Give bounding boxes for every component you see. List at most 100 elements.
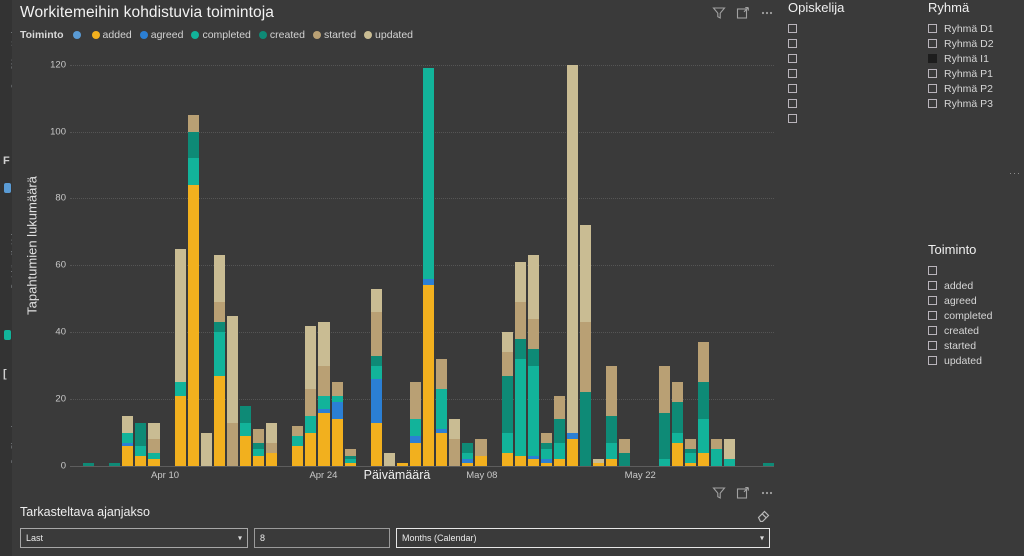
bar-segment-completed[interactable]: [553, 442, 565, 460]
bar-segment-started[interactable]: [449, 439, 461, 466]
eraser-icon[interactable]: [756, 506, 772, 523]
bar-column[interactable]: [658, 365, 670, 466]
bar-column[interactable]: [109, 462, 121, 466]
bar-segment-updated[interactable]: [580, 225, 592, 323]
bar-column[interactable]: [684, 439, 696, 466]
bar-segment-completed[interactable]: [527, 365, 539, 456]
bar-segment-updated[interactable]: [514, 262, 526, 303]
slicer-item-opiskelija-5[interactable]: [788, 96, 926, 111]
bar-segment-created[interactable]: [109, 462, 121, 466]
bar-segment-added[interactable]: [501, 452, 513, 466]
bar-segment-created[interactable]: [606, 415, 618, 443]
slicer-item-opiskelija-0[interactable]: [788, 21, 926, 36]
legend-item-created[interactable]: created: [258, 29, 305, 41]
bar-column[interactable]: [396, 462, 409, 466]
bar-segment-started[interactable]: [501, 352, 513, 376]
bar-segment-added[interactable]: [514, 455, 526, 466]
bar-segment-created[interactable]: [514, 338, 526, 359]
bar-segment-added[interactable]: [370, 422, 382, 466]
focus-mode-icon[interactable]: [736, 6, 750, 20]
bar-segment-created[interactable]: [658, 412, 670, 460]
checkbox-icon[interactable]: [788, 39, 797, 48]
checkbox-icon[interactable]: [788, 24, 797, 33]
bar-segment-added[interactable]: [318, 412, 330, 466]
bar-segment-updated[interactable]: [383, 452, 395, 466]
bar-segment-started[interactable]: [475, 439, 487, 456]
slicer-item-toiminto-0[interactable]: [928, 263, 1024, 278]
bar-segment-started[interactable]: [266, 442, 278, 453]
bar-series-container[interactable]: [70, 48, 775, 466]
bar-segment-created[interactable]: [253, 442, 265, 450]
bar-segment-completed[interactable]: [540, 449, 552, 460]
bar-segment-added[interactable]: [606, 459, 618, 466]
bar-segment-started[interactable]: [619, 439, 631, 453]
bar-segment-created[interactable]: [135, 422, 147, 446]
slicer-item-opiskelija-6[interactable]: [788, 111, 926, 126]
bar-segment-completed[interactable]: [148, 452, 160, 460]
slicer-item-ryhma-4[interactable]: Ryhmä P2: [928, 81, 1024, 96]
bar-segment-created[interactable]: [553, 419, 565, 443]
bar-segment-started[interactable]: [344, 449, 356, 456]
bar-segment-started[interactable]: [318, 365, 330, 396]
bar-segment-created[interactable]: [580, 392, 592, 466]
bar-segment-started[interactable]: [671, 382, 683, 403]
bar-column[interactable]: [410, 382, 422, 466]
bar-segment-completed[interactable]: [240, 422, 252, 436]
bar-segment-completed[interactable]: [658, 459, 670, 466]
bar-segment-added[interactable]: [671, 442, 683, 466]
bar-column[interactable]: [697, 342, 709, 466]
legend-item-agreed[interactable]: agreed: [139, 29, 183, 41]
bar-segment-created[interactable]: [619, 452, 631, 466]
bar-column[interactable]: [593, 459, 605, 466]
bar-column[interactable]: [723, 439, 735, 466]
bar-segment-updated[interactable]: [122, 415, 134, 433]
bar-segment-added[interactable]: [253, 455, 265, 466]
slicer-item-toiminto-3[interactable]: completed: [928, 308, 1024, 323]
bar-segment-added[interactable]: [331, 419, 343, 466]
slicer-item-ryhma-1[interactable]: Ryhmä D2: [928, 36, 1024, 51]
bar-segment-updated[interactable]: [200, 432, 212, 466]
bar-segment-added[interactable]: [213, 375, 225, 466]
bar-segment-completed[interactable]: [514, 359, 526, 456]
bar-segment-added[interactable]: [684, 462, 696, 466]
more-options-icon[interactable]: [760, 6, 774, 20]
bar-column[interactable]: [514, 262, 526, 466]
bar-column[interactable]: [383, 452, 395, 466]
bar-segment-started[interactable]: [410, 382, 422, 420]
bar-segment-agreed[interactable]: [370, 379, 382, 423]
bar-segment-started[interactable]: [580, 322, 592, 393]
bar-segment-completed[interactable]: [253, 449, 265, 456]
scroll-indicator[interactable]: ···: [1009, 168, 1021, 178]
bar-column[interactable]: [122, 415, 134, 466]
bar-column[interactable]: [292, 425, 304, 466]
bar-segment-updated[interactable]: [148, 422, 160, 440]
bar-column[interactable]: [566, 64, 579, 466]
bar-segment-created[interactable]: [213, 322, 225, 333]
checkbox-icon[interactable]: [928, 84, 937, 93]
bar-segment-updated[interactable]: [174, 248, 186, 383]
bar-segment-created[interactable]: [671, 402, 683, 433]
checkbox-icon[interactable]: [928, 24, 937, 33]
bar-column[interactable]: [83, 462, 95, 466]
bar-segment-added[interactable]: [122, 445, 134, 466]
bar-segment-added[interactable]: [410, 442, 422, 466]
bar-segment-added[interactable]: [566, 439, 579, 466]
bar-segment-updated[interactable]: [305, 325, 317, 390]
bar-segment-completed[interactable]: [710, 449, 722, 466]
bar-segment-completed[interactable]: [697, 419, 709, 453]
bar-segment-updated[interactable]: [226, 315, 239, 423]
bar-column[interactable]: [619, 439, 631, 466]
checkbox-icon[interactable]: [928, 356, 937, 365]
legend-item-completed[interactable]: completed: [191, 29, 251, 41]
bar-segment-started[interactable]: [684, 439, 696, 450]
bar-segment-started[interactable]: [514, 302, 526, 339]
bar-segment-updated[interactable]: [370, 288, 382, 313]
bar-segment-completed[interactable]: [462, 452, 474, 460]
slicer-item-opiskelija-4[interactable]: [788, 81, 926, 96]
legend-item-blank[interactable]: [72, 31, 84, 39]
checkbox-icon[interactable]: [788, 84, 797, 93]
bar-column[interactable]: [527, 255, 539, 466]
bar-segment-added[interactable]: [148, 459, 160, 466]
period-count-input[interactable]: 8: [254, 528, 390, 548]
bar-segment-added[interactable]: [135, 455, 147, 466]
